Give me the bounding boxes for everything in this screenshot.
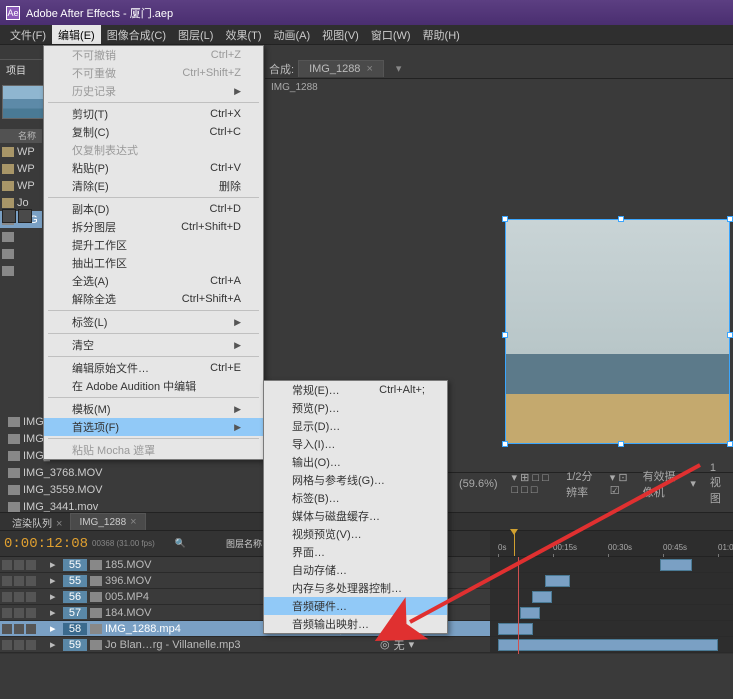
menu-1[interactable]: 编辑(E) (52, 25, 101, 44)
menu-item[interactable]: 标签(B)… (264, 489, 447, 507)
video-frame[interactable] (505, 219, 730, 444)
comp-breadcrumb: IMG_1288 (265, 79, 733, 96)
window-title: Adobe After Effects - 厦门.aep (26, 5, 173, 21)
menu-item[interactable]: 粘贴(P)Ctrl+V (44, 159, 263, 177)
menu-bar[interactable]: 文件(F)编辑(E)图像合成(C)图层(L)效果(T)动画(A)视图(V)窗口(… (0, 25, 733, 45)
project-thumbnail (2, 85, 44, 119)
timeline-tab[interactable]: 渲染队列× (4, 513, 70, 530)
resolution-dropdown[interactable]: 1/2分辨率 (562, 467, 600, 501)
search-icon[interactable]: 🔍 (175, 538, 186, 549)
view-dropdown[interactable]: 1 视图 (706, 461, 733, 507)
menu-item: 粘贴 Mocha 遮罩 (44, 441, 263, 459)
menu-item[interactable]: 音频输出映射… (264, 615, 447, 633)
menu-item[interactable]: 首选项(F)▶ (44, 418, 263, 436)
time-tick: 00:45s (663, 543, 687, 552)
title-bar: Ae Adobe After Effects - 厦门.aep (0, 0, 733, 25)
timeline-tab[interactable]: IMG_1288× (70, 513, 145, 530)
menu-item[interactable]: 标签(L)▶ (44, 313, 263, 331)
menu-item[interactable]: 媒体与磁盘缓存… (264, 507, 447, 525)
menu-item[interactable]: 音频硬件… (264, 597, 447, 615)
edit-menu[interactable]: 不可撤销Ctrl+Z不可重做Ctrl+Shift+Z历史记录▶ 剪切(T)Ctrl… (43, 45, 264, 460)
project-panel: 项目 名称 WPWPWPJoIMG (0, 59, 42, 279)
menu-item: 不可撤销Ctrl+Z (44, 46, 263, 64)
menu-item[interactable]: 副本(D)Ctrl+D (44, 200, 263, 218)
project-item[interactable]: WP (0, 160, 42, 177)
menu-item[interactable]: 视频预览(V)… (264, 525, 447, 543)
app-icon: Ae (6, 6, 20, 20)
menu-3[interactable]: 图层(L) (172, 25, 219, 44)
menu-item[interactable]: 清除(E)删除 (44, 177, 263, 195)
playhead[interactable] (514, 531, 515, 556)
timeline-layer[interactable]: ▸59Jo Blan…rg - Villanelle.mp3 ◎无▾ (0, 637, 733, 653)
zoom-level[interactable]: (59.6%) (455, 477, 502, 491)
layer-name-header: 图层名称 (226, 537, 262, 550)
menu-item[interactable]: 全选(A)Ctrl+A (44, 272, 263, 290)
project-header: 名称 (0, 129, 42, 143)
menu-item[interactable]: 预览(P)… (264, 399, 447, 417)
menu-item[interactable]: 编辑原始文件…Ctrl+E (44, 359, 263, 377)
menu-6[interactable]: 视图(V) (316, 25, 365, 44)
menu-8[interactable]: 帮助(H) (417, 25, 466, 44)
time-tick: 00:15s (553, 543, 577, 552)
menu-item: 仅复制表达式 (44, 141, 263, 159)
project-item[interactable] (0, 262, 42, 279)
menu-item[interactable]: 清空▶ (44, 336, 263, 354)
menu-5[interactable]: 动画(A) (268, 25, 317, 44)
menu-item[interactable]: 常规(E)…Ctrl+Alt+; (264, 381, 447, 399)
menu-item[interactable]: 显示(D)… (264, 417, 447, 435)
menu-item[interactable]: 复制(C)Ctrl+C (44, 123, 263, 141)
time-tick: 01:00s (718, 543, 733, 552)
menu-item[interactable]: 输出(O)… (264, 453, 447, 471)
menu-2[interactable]: 图像合成(C) (101, 25, 172, 44)
frame-count: 00368 (31.00 fps) (92, 539, 155, 548)
project-item[interactable]: WP (0, 143, 42, 160)
project-item[interactable] (0, 245, 42, 262)
project-tab[interactable]: 项目 (0, 59, 42, 79)
menu-item[interactable]: 网格与参考线(G)… (264, 471, 447, 489)
menu-item[interactable]: 自动存储… (264, 561, 447, 579)
comp-tab[interactable]: IMG_1288× (298, 60, 384, 77)
project-item[interactable]: IMG_3559.MOV (6, 481, 136, 498)
menu-item[interactable]: 在 Adobe Audition 中编辑 (44, 377, 263, 395)
menu-item[interactable]: 内存与多处理器控制… (264, 579, 447, 597)
marker-line (518, 557, 519, 654)
project-item[interactable]: WP (0, 177, 42, 194)
tool-icon[interactable] (18, 209, 32, 223)
menu-item[interactable]: 界面… (264, 543, 447, 561)
project-tools (2, 209, 32, 223)
menu-item[interactable]: 拆分图层Ctrl+Shift+D (44, 218, 263, 236)
time-ruler[interactable]: 0s 00:15s 00:30s 00:45s 01:00s (490, 531, 733, 556)
menu-item[interactable]: 抽出工作区 (44, 254, 263, 272)
time-tick: 0s (498, 543, 506, 552)
comp-tab-prefix: 合成: (269, 61, 294, 77)
camera-dropdown[interactable]: 有效摄像机 (639, 467, 681, 501)
menu-item[interactable]: 模板(M)▶ (44, 400, 263, 418)
time-tick: 00:30s (608, 543, 632, 552)
tool-icon[interactable] (2, 209, 16, 223)
menu-4[interactable]: 效果(T) (219, 25, 267, 44)
menu-0[interactable]: 文件(F) (4, 25, 52, 44)
timecode[interactable]: 0:00:12:08 (4, 536, 88, 552)
menu-item[interactable]: 剪切(T)Ctrl+X (44, 105, 263, 123)
menu-item: 历史记录▶ (44, 82, 263, 100)
preferences-submenu[interactable]: 常规(E)…Ctrl+Alt+;预览(P)…显示(D)…导入(I)…输出(O)…… (263, 380, 448, 634)
menu-item[interactable]: 导入(I)… (264, 435, 447, 453)
close-icon[interactable]: × (366, 63, 372, 75)
menu-item[interactable]: 提升工作区 (44, 236, 263, 254)
project-item[interactable] (0, 228, 42, 245)
project-item[interactable]: IMG_3768.MOV (6, 464, 136, 481)
menu-item: 不可重做Ctrl+Shift+Z (44, 64, 263, 82)
menu-item[interactable]: 解除全选Ctrl+Shift+A (44, 290, 263, 308)
menu-7[interactable]: 窗口(W) (365, 25, 417, 44)
